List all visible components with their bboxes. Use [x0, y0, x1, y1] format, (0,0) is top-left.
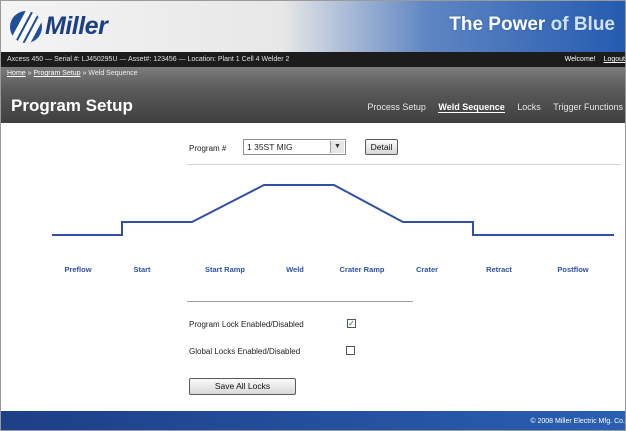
stage-label-start: Start [133, 265, 151, 274]
copyright-text: © 2008 Miller Electric Mfg. Co. [530, 418, 625, 425]
stage-label-weld: Weld [286, 265, 304, 274]
stage-label-preflow: Preflow [64, 265, 92, 274]
stage-label-postflow: Postflow [557, 265, 589, 274]
stage-label-crater-ramp: Crater Ramp [339, 265, 385, 274]
divider [187, 301, 413, 302]
program-lock-checkbox[interactable]: ✓ [347, 319, 356, 328]
app-window: Miller The Power of Blue Axcess 450 — Se… [0, 0, 626, 431]
weld-sequence-line [52, 184, 614, 236]
program-lock-label: Program Lock Enabled/Disabled [189, 320, 304, 329]
footer-bar: © 2008 Miller Electric Mfg. Co. [1, 411, 625, 430]
weld-sequence-diagram [52, 184, 614, 236]
stage-label-start-ramp: Start Ramp [204, 265, 246, 274]
global-lock-checkbox[interactable] [346, 346, 355, 355]
global-lock-label: Global Locks Enabled/Disabled [189, 347, 301, 356]
stage-label-retract: Retract [486, 265, 512, 274]
save-all-locks-button[interactable]: Save All Locks [189, 378, 296, 395]
stage-label-crater: Crater [415, 265, 439, 274]
